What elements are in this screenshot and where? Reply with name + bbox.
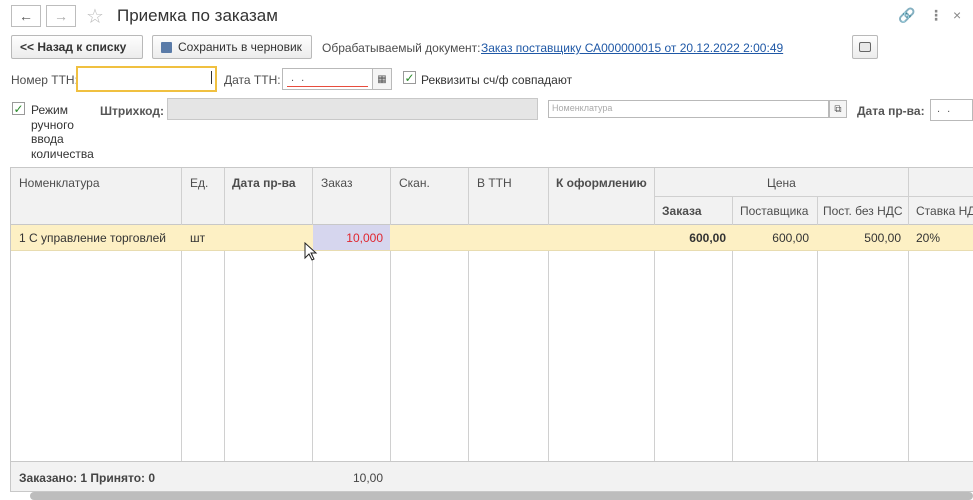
mouse-cursor-icon [304,242,318,261]
ttn-date-input[interactable]: . . [282,68,373,90]
col-vat-rate[interactable]: Ставка НД [916,204,973,218]
horizontal-scrollbar[interactable] [30,492,973,500]
cell-price-no-vat: 500,00 [864,231,901,245]
col-to-process[interactable]: К оформлению [556,176,647,190]
forward-arrow-button[interactable]: → [46,5,76,27]
cell-order: 10,000 [346,231,383,245]
col-price-no-vat[interactable]: Пост. без НДС [823,204,903,218]
more-vertical-icon[interactable]: ⋮ [929,7,943,24]
processed-document-label: Обрабатываемый документ: [322,41,481,55]
save-draft-label: Сохранить в черновик [178,40,302,54]
processed-document-link[interactable]: Заказ поставщику СА000000015 от 20.12.20… [481,41,783,55]
col-nomenclature[interactable]: Номенклатура [19,176,100,190]
arrow-right-icon: → [54,8,68,24]
back-to-list-button[interactable]: << Назад к списку [11,35,143,59]
camera-button[interactable] [852,35,878,59]
col-price-order[interactable]: Заказа [662,204,702,218]
open-nomenclature-button[interactable]: ⧉ [829,100,847,118]
col-production-date[interactable]: Дата пр-ва [232,176,296,190]
calendar-icon: ▦ [377,73,387,85]
col-unit[interactable]: Ед. [190,176,208,190]
close-icon[interactable]: × [953,7,961,23]
cell-price-supplier: 600,00 [772,231,809,245]
link-icon[interactable]: 🔗 [898,7,915,24]
col-order[interactable]: Заказ [321,176,352,190]
invoice-match-checkbox[interactable]: ✓ [403,71,416,85]
cell-unit: шт [190,231,206,245]
camera-icon [859,42,871,52]
open-window-icon: ⧉ [834,103,842,115]
manual-mode-label: Режим ручного ввода количества [31,103,94,161]
table-header: Номенклатура Ед. Дата пр-ва Заказ Скан. … [11,168,973,225]
production-date-label: Дата пр-ва: [857,104,925,118]
production-date-input[interactable]: . . [930,99,973,121]
products-table[interactable]: Номенклатура Ед. Дата пр-ва Заказ Скан. … [10,167,973,492]
col-price-group: Цена [767,176,796,190]
barcode-input [167,98,538,120]
back-arrow-button[interactable]: ← [11,5,41,27]
barcode-label: Штрихкод: [100,104,164,118]
save-draft-button[interactable]: Сохранить в черновик [152,35,312,59]
footer-summary: Заказано: 1 Принято: 0 [19,471,156,485]
cell-vat-rate: 20% [916,231,941,245]
col-price-supplier[interactable]: Поставщика [740,204,808,218]
col-in-ttn[interactable]: В ТТН [477,176,512,190]
col-scan[interactable]: Скан. [399,176,430,190]
nomenclature-input[interactable]: Номенклатура [548,100,829,118]
favorite-star-icon[interactable]: ☆ [86,4,104,29]
page-title: Приемка по заказам [117,6,278,25]
floppy-disk-icon [161,41,172,53]
ttn-date-label: Дата ТТН: [224,73,281,87]
arrow-left-icon: ← [19,8,33,24]
table-footer: Заказано: 1 Принято: 0 10,00 [11,461,973,491]
calendar-button[interactable]: ▦ [372,68,392,90]
footer-order-total: 10,00 [352,471,383,485]
ttn-number-label: Номер ТТН: [11,73,78,87]
invoice-match-label: Реквизиты сч/ф совпадают [421,73,573,87]
manual-mode-checkbox[interactable]: ✓ [12,102,25,116]
cell-price-order: 600,00 [689,231,726,245]
ttn-number-input[interactable] [76,66,217,92]
table-row[interactable]: 1 С управление торговлей шт 10,000 600,0… [11,225,973,251]
cell-nomenclature: 1 С управление торговлей [19,231,166,245]
